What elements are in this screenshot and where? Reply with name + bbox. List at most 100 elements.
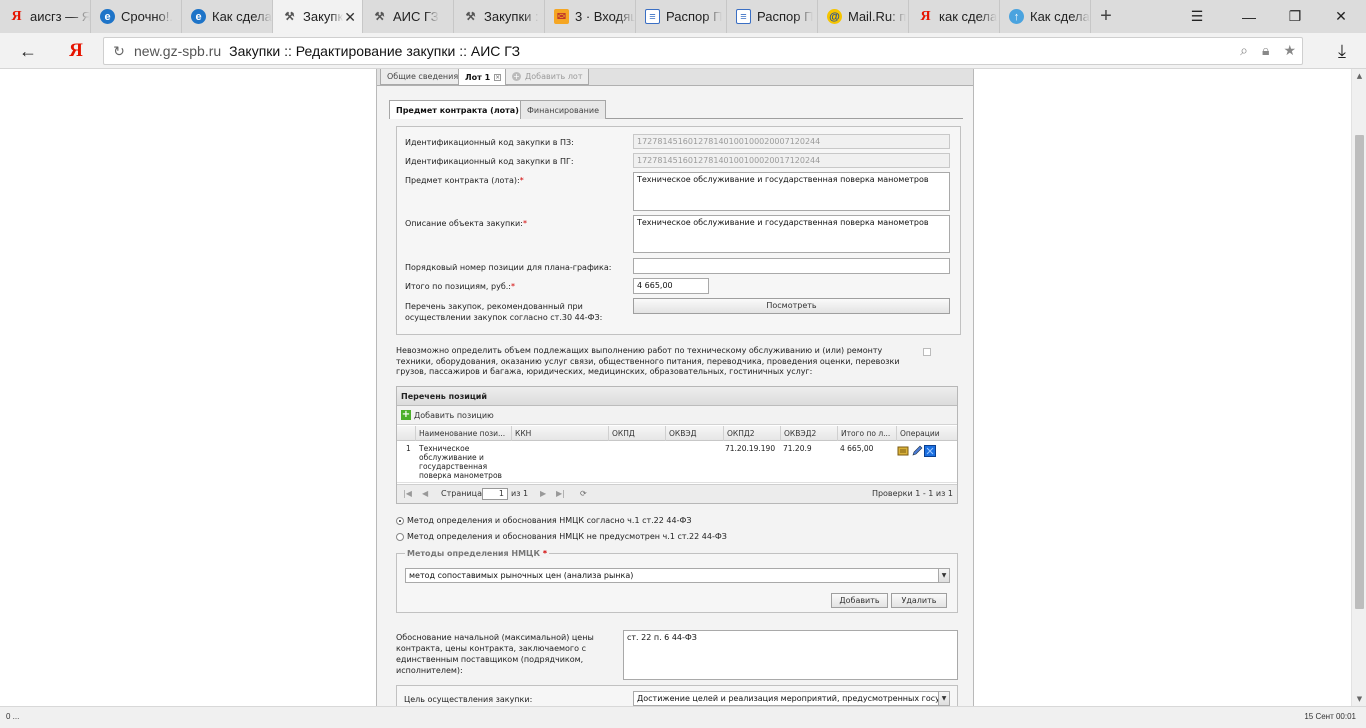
goal-label: Цель осуществления закупки:	[404, 695, 533, 704]
description-textarea[interactable]: Техническое обслуживание и государственн…	[633, 215, 950, 253]
details-icon[interactable]	[897, 445, 909, 457]
add-method-button[interactable]: Добавить	[831, 593, 888, 608]
browser-tab-label: аисгз — Я	[30, 9, 90, 24]
goal-select[interactable]: Достижение целей и реализация мероприяти…	[633, 691, 950, 706]
prev-page-icon[interactable]: ◀	[422, 489, 428, 498]
browser-tab[interactable]: ≡ Распор П	[727, 0, 818, 33]
up-icon: ↑	[1009, 9, 1024, 24]
minimize-button[interactable]: —	[1226, 0, 1272, 33]
page-number-input[interactable]: 1	[482, 488, 508, 500]
id-pg-field[interactable]: 172781451601278140100100020017120244	[633, 153, 950, 168]
tab-add-lot[interactable]: + Добавить лот	[505, 69, 590, 85]
status-bar: 0 ... 15 Сент 00:01	[0, 706, 1366, 728]
tab-label: Добавить лот	[525, 72, 583, 81]
restore-button[interactable]: ❐	[1272, 0, 1318, 33]
download-icon[interactable]: ⤓	[1328, 37, 1356, 65]
volume-undeterminable-checkbox[interactable]	[923, 348, 931, 356]
view-button[interactable]: Посмотреть	[633, 298, 950, 314]
tab-financing[interactable]: Финансирование	[520, 100, 606, 119]
positions-grid: Перечень позиций + Добавить позицию Наим…	[396, 386, 958, 504]
method-radio-not-provided-label[interactable]: Метод определения и обоснования НМЦК не …	[407, 532, 727, 541]
total-label: Итого по позициям, руб.:*	[405, 281, 515, 292]
subject-textarea[interactable]: Техническое обслуживание и государственн…	[633, 172, 950, 211]
header-okved[interactable]: ОКВЭД	[666, 426, 724, 441]
browser-tab[interactable]: ⚒ Закупки :	[454, 0, 545, 33]
browser-tab[interactable]: ↑ Как сдела	[1000, 0, 1091, 33]
browser-tab[interactable]: e Как сдела	[182, 0, 273, 33]
browser-tab[interactable]: ⚒ АИС ГЗ	[363, 0, 454, 33]
header-name[interactable]: Наименование пози...	[416, 426, 512, 441]
delete-method-button[interactable]: Удалить	[891, 593, 947, 608]
contract-subtabs: Предмет контракта (лота) Финансирование	[389, 100, 963, 119]
search-icon[interactable]: ⌕	[1240, 42, 1248, 59]
reload-icon[interactable]: ↻	[104, 43, 134, 60]
last-page-icon[interactable]: ▶|	[556, 489, 565, 498]
header-okved2[interactable]: ОКВЭД2	[781, 426, 838, 441]
header-okpd[interactable]: ОКПД	[609, 426, 666, 441]
scrollbar-thumb[interactable]	[1355, 135, 1364, 609]
page-scrollbar[interactable]: ▲ ▼	[1351, 69, 1366, 706]
selected-value: Достижение целей и реализация мероприяти…	[637, 694, 946, 703]
page-label: Страница	[441, 489, 483, 498]
browser-tab[interactable]: ✉ 3 · Входящ	[545, 0, 636, 33]
yandex-logo-icon[interactable]: Я	[62, 37, 90, 65]
lock-icon[interactable]: 🔒︎	[1262, 42, 1269, 59]
back-arrow-icon[interactable]: ←	[14, 37, 42, 65]
position-number-input[interactable]	[633, 258, 950, 274]
close-tab-icon[interactable]: ×	[494, 73, 502, 81]
new-tab-button[interactable]: +	[1091, 0, 1121, 33]
ie-icon: e	[100, 9, 115, 24]
justification-textarea[interactable]: ст. 22 п. 6 44-ФЗ	[623, 630, 958, 680]
browser-tab[interactable]: ⚒ Закупк ✕	[273, 0, 363, 33]
header-kkn[interactable]: ККН	[512, 426, 609, 441]
method-radio-art22-label[interactable]: Метод определения и обоснования НМЦК сог…	[407, 516, 691, 525]
browser-tab-label: Закупк	[303, 9, 344, 24]
browser-tab[interactable]: @ Mail.Ru: п	[818, 0, 909, 33]
page-content: Общие сведения Лот 1 × + Добавить лот Пред…	[0, 69, 1351, 706]
tab-lot-1[interactable]: Лот 1 ×	[458, 69, 509, 86]
header-okpd2[interactable]: ОКПД2	[724, 426, 781, 441]
tab-contract-subject[interactable]: Предмет контракта (лота)	[389, 100, 526, 119]
method-radio-art22[interactable]	[396, 517, 404, 525]
method-radio-not-provided[interactable]	[396, 533, 404, 541]
total-input[interactable]: 4 665,00	[633, 278, 709, 294]
required-mark: *	[511, 282, 515, 291]
row-number: 1	[406, 444, 411, 453]
nmck-method-select[interactable]: метод сопоставимых рыночных цен (анализа…	[405, 568, 950, 583]
edit-pencil-icon[interactable]	[911, 445, 923, 457]
tab-label: Финансирование	[527, 105, 599, 115]
browser-tab-label: Распор П	[757, 9, 814, 24]
justification-label-line4: исполнителем):	[396, 666, 463, 675]
refresh-icon[interactable]: ⟳	[580, 489, 587, 498]
browser-tab[interactable]: e Срочно!.	[91, 0, 182, 33]
status-clock: 15 Сент 00:01	[1304, 712, 1356, 721]
header-total[interactable]: Итого по л...	[838, 426, 897, 441]
browser-toolbar: ← Я ↻ new.gz-spb.ru Закупки :: Редактиро…	[0, 33, 1366, 69]
chevron-down-icon[interactable]: ▼	[938, 692, 949, 705]
close-window-button[interactable]: ✕	[1318, 0, 1364, 33]
browser-tab[interactable]: Яаисгз — Я	[0, 0, 91, 33]
delete-icon[interactable]	[924, 445, 936, 457]
scroll-down-icon[interactable]: ▼	[1352, 695, 1366, 703]
description-label: Описание объекта закупки:*	[405, 218, 527, 229]
add-icon[interactable]: +	[401, 410, 411, 420]
add-position-button[interactable]: Добавить позицию	[414, 411, 494, 420]
browser-tab-label: Mail.Ru: п	[848, 9, 907, 24]
tab-general-info[interactable]: Общие сведения	[380, 69, 466, 85]
id-pz-field[interactable]: 172781451601278140100100020007120244	[633, 134, 950, 149]
address-bar[interactable]: ↻ new.gz-spb.ru Закупки :: Редактировани…	[103, 37, 1303, 65]
chevron-down-icon[interactable]: ▼	[938, 569, 949, 582]
browser-tab[interactable]: Якак сдела	[909, 0, 1000, 33]
tabs-menu-icon[interactable]: ☰	[1174, 0, 1220, 33]
browser-tab-strip: Яаисгз — Яe Срочно!. e Как сдела ⚒ Закупк ✕ ⚒ АИ…	[0, 0, 1366, 33]
next-page-icon[interactable]: ▶	[540, 489, 546, 498]
table-row[interactable]: 1 Техническое обслуживание и государстве…	[397, 441, 957, 483]
bookmark-star-icon[interactable]: ★	[1283, 42, 1296, 59]
first-page-icon[interactable]: |◀	[403, 489, 412, 498]
id-pg-label: Идентификационный код закупки в ПГ:	[405, 157, 574, 166]
scroll-up-icon[interactable]: ▲	[1352, 72, 1366, 80]
address-domain: new.gz-spb.ru	[134, 43, 222, 59]
browser-tab-label: 3 · Входящ	[575, 9, 635, 24]
close-tab-icon[interactable]: ✕	[344, 9, 356, 26]
browser-tab[interactable]: ≡ Распор П	[636, 0, 727, 33]
